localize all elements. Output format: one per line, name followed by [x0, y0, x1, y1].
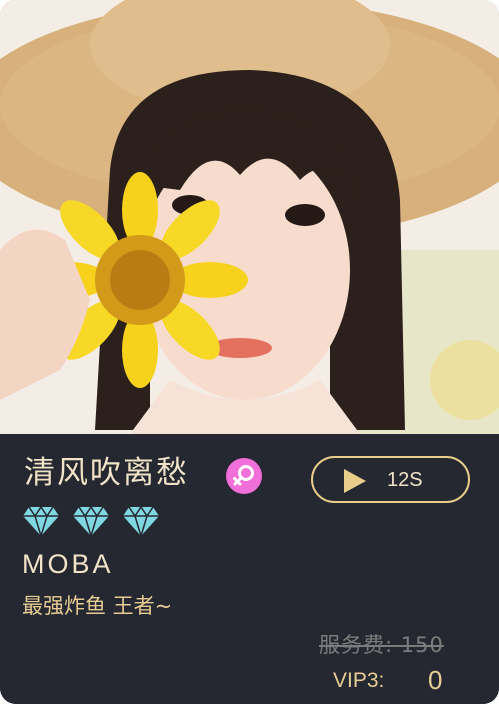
diamond-icon [22, 505, 60, 537]
profile-photo [0, 0, 499, 434]
rank-diamonds [22, 505, 167, 537]
voice-play-button[interactable]: 12S [311, 456, 470, 503]
player-tagline: 最强炸鱼 王者~ [22, 594, 173, 618]
voice-duration: 12S [387, 469, 423, 491]
play-icon [344, 469, 366, 493]
female-symbol-icon [226, 458, 262, 494]
diamond-icon [72, 505, 110, 537]
player-name: 清风吹离愁 [24, 455, 189, 491]
original-service-fee: 服务费: 150 [319, 633, 444, 657]
info-panel: 清风吹离愁 12S MOBA 最强炸鱼 王者~ 服务费: 150 VIP3: 0 [0, 434, 499, 704]
vip-price-value: 0 [428, 665, 443, 695]
player-card[interactable]: 清风吹离愁 12S MOBA 最强炸鱼 王者~ 服务费: 150 VIP3: 0 [0, 0, 499, 704]
game-category: MOBA [22, 549, 114, 579]
diamond-icon [122, 505, 160, 537]
vip-price-label: VIP3: [333, 669, 385, 692]
